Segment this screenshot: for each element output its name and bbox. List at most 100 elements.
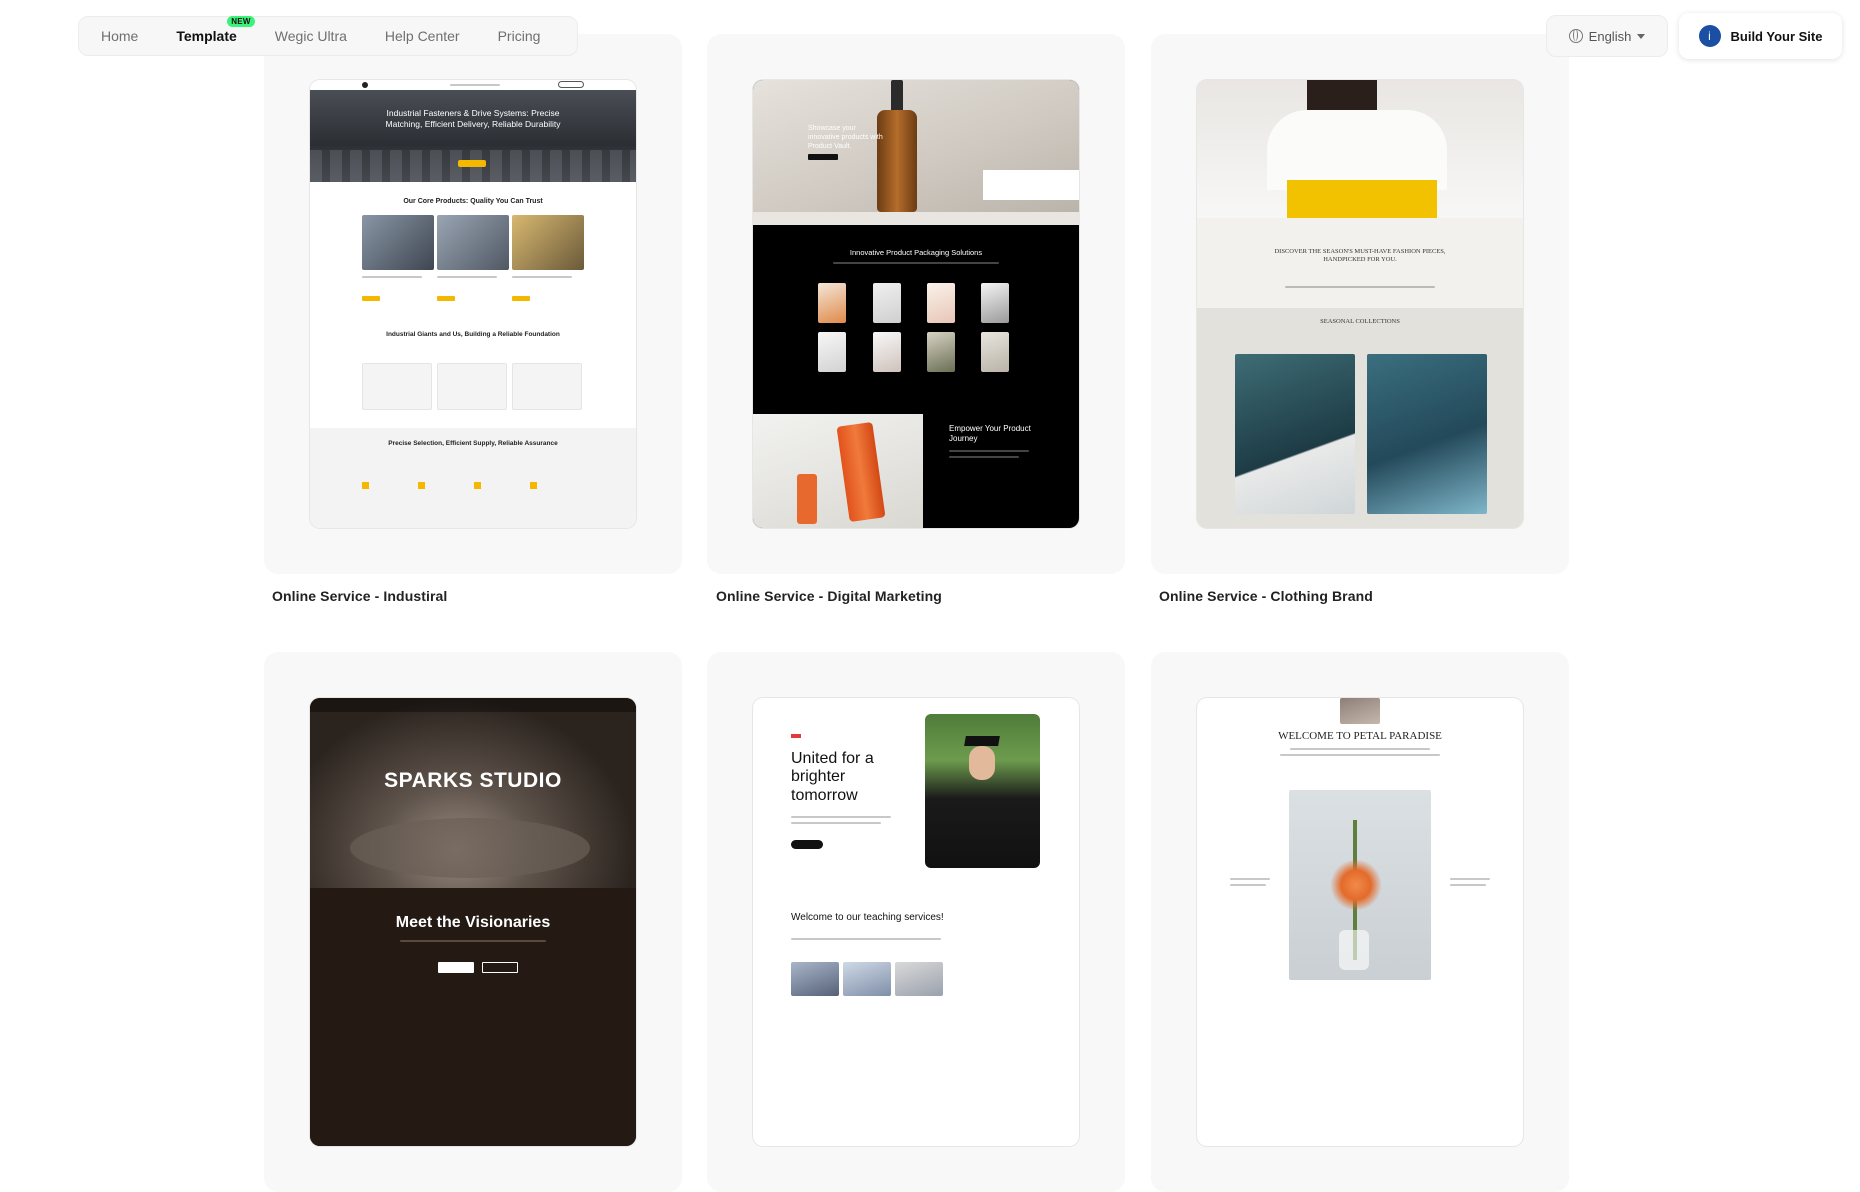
thumb-text-lines	[1450, 884, 1486, 886]
thumb-hero-title: WELCOME TO PETAL PARADISE	[1278, 730, 1442, 742]
top-nav: Home Template NEW Wegic Ultra Help Cente…	[78, 16, 578, 56]
thumb-text-lines	[791, 822, 881, 824]
nav-item-label: Template	[176, 28, 237, 44]
thumb-product-image	[362, 215, 434, 270]
thumb-model-image	[1235, 354, 1355, 514]
thumb-text-lines	[791, 816, 891, 818]
thumb-product-tile	[818, 332, 846, 372]
nav-item-pricing[interactable]: Pricing	[498, 28, 541, 44]
thumb-hero-button	[438, 962, 474, 973]
thumb-text-lines	[791, 938, 941, 940]
thumb-section-title: Meet the Visionaries	[395, 914, 551, 931]
template-thumbnail[interactable]: WELCOME TO PETAL PARADISE	[1197, 698, 1523, 1146]
thumb-product-tile	[818, 283, 846, 323]
thumb-feature-icon	[530, 482, 537, 489]
thumb-photo	[791, 962, 839, 996]
thumb-hero-title: DISCOVER THE SEASON'S MUST-HAVE FASHION …	[1274, 248, 1446, 264]
template-thumbnail[interactable]: Showcase your innovative products with P…	[753, 80, 1079, 528]
template-card-sparks-studio[interactable]: SPARKS STUDIO Meet the Visionaries	[264, 652, 682, 1192]
nav-item-wegic-ultra[interactable]: Wegic Ultra	[275, 28, 347, 44]
thumb-section-title: Welcome to our teaching services!	[791, 912, 944, 923]
thumb-section-title: Precise Selection, Efficient Supply, Rel…	[388, 440, 558, 447]
thumb-secondary-button	[482, 962, 518, 973]
thumb-hero-title: United for a brighter tomorrow	[791, 750, 874, 804]
thumb-testimonial	[512, 363, 582, 410]
thumb-text-lines	[1230, 878, 1270, 880]
template-card-petal-paradise[interactable]: WELCOME TO PETAL PARADISE	[1151, 652, 1569, 1192]
thumb-text-lines	[1285, 286, 1435, 288]
template-title[interactable]: Online Service - Digital Marketing	[716, 588, 942, 604]
template-title[interactable]: Online Service - Clothing Brand	[1159, 588, 1373, 604]
thumb-text-lines	[949, 456, 1019, 458]
thumb-flower-image	[1289, 790, 1431, 980]
thumb-logo-icon	[362, 82, 368, 88]
thumb-small-button	[512, 296, 530, 301]
nav-item-template[interactable]: Template NEW	[176, 16, 255, 44]
thumb-hero-image: Industrial Fasteners & Drive Systems: Pr…	[310, 90, 636, 182]
nav-item-help-center[interactable]: Help Center	[385, 28, 460, 44]
thumb-text-lines	[1230, 884, 1266, 886]
new-badge: NEW	[227, 16, 255, 27]
thumb-product-tile	[873, 283, 901, 323]
build-button-label: Build Your Site	[1730, 28, 1823, 44]
thumb-text-lines	[1290, 748, 1430, 750]
template-card-digital-marketing[interactable]: Showcase your innovative products with P…	[707, 34, 1125, 574]
thumb-model-image	[1367, 354, 1487, 514]
template-thumbnail[interactable]: Industrial Fasteners & Drive Systems: Pr…	[310, 80, 636, 528]
thumb-logo-image	[1340, 698, 1380, 724]
thumb-text-lines	[437, 276, 497, 278]
thumb-small-button	[362, 296, 380, 301]
template-thumbnail[interactable]: United for a brighter tomorrow Welcome t…	[753, 698, 1079, 1146]
language-selector[interactable]: English	[1546, 15, 1668, 57]
language-label: English	[1588, 28, 1632, 44]
thumb-section-title: Industrial Giants and Us, Building a Rel…	[386, 331, 560, 338]
globe-icon	[1568, 29, 1583, 43]
build-your-site-button[interactable]: i Build Your Site	[1679, 13, 1842, 59]
thumb-section-title: SEASONAL COLLECTIONS	[1320, 318, 1400, 325]
thumb-nav-bars	[450, 84, 500, 86]
thumb-product-tile	[927, 332, 955, 372]
template-thumbnail[interactable]: SPARKS STUDIO Meet the Visionaries	[310, 698, 636, 1146]
thumb-photo	[895, 962, 943, 996]
thumb-feature-icon	[362, 482, 369, 489]
wegic-logo-icon: i	[1698, 25, 1721, 47]
thumb-testimonial	[362, 363, 432, 410]
thumb-section-title: Empower Your Product Journey	[949, 424, 1031, 443]
thumb-graduate-image	[925, 714, 1040, 868]
thumb-bottom-section: Precise Selection, Efficient Supply, Rel…	[310, 428, 636, 528]
thumb-text-lines	[833, 262, 999, 264]
thumb-testimonial	[437, 363, 507, 410]
thumb-collection-section: SEASONAL COLLECTIONS	[1197, 308, 1523, 528]
template-card-industrial[interactable]: Industrial Fasteners & Drive Systems: Pr…	[264, 34, 682, 574]
template-title[interactable]: Online Service - Industiral	[272, 588, 447, 604]
thumb-hero-title: SPARKS STUDIO	[384, 769, 562, 792]
template-thumbnail[interactable]: DISCOVER THE SEASON'S MUST-HAVE FASHION …	[1197, 80, 1523, 528]
thumb-text-lines	[949, 450, 1029, 452]
nav-item-home[interactable]: Home	[101, 28, 138, 44]
thumb-hero-title: Showcase your innovative products with P…	[808, 125, 883, 150]
thumb-hero-button	[808, 154, 838, 160]
thumb-product-image	[512, 215, 584, 270]
thumb-overlay-card	[983, 170, 1079, 200]
thumb-feature-icon	[474, 482, 481, 489]
thumb-cta	[558, 81, 584, 88]
thumb-text-lines	[1450, 878, 1490, 880]
thumb-section-title: Our Core Products: Quality You Can Trust	[403, 198, 543, 205]
template-card-clothing-brand[interactable]: DISCOVER THE SEASON'S MUST-HAVE FASHION …	[1151, 34, 1569, 574]
thumb-header	[310, 80, 636, 90]
thumb-bottle-cap	[891, 80, 903, 112]
thumb-hero-button	[458, 160, 486, 167]
thumb-section-title: Innovative Product Packaging Solutions	[849, 248, 983, 257]
thumb-product-tile	[927, 283, 955, 323]
chevron-down-icon	[1637, 33, 1646, 39]
thumb-hero-image	[1197, 80, 1523, 218]
thumb-product-image	[437, 215, 509, 270]
thumb-text-lines	[400, 940, 546, 942]
template-card-teaching[interactable]: United for a brighter tomorrow Welcome t…	[707, 652, 1125, 1192]
thumb-product-tile	[873, 332, 901, 372]
thumb-product-tile	[981, 332, 1009, 372]
thumb-product-tile	[981, 283, 1009, 323]
thumb-tag	[791, 734, 801, 738]
thumb-hero-title: Industrial Fasteners & Drive Systems: Pr…	[385, 108, 561, 129]
thumb-text-lines	[362, 276, 422, 278]
